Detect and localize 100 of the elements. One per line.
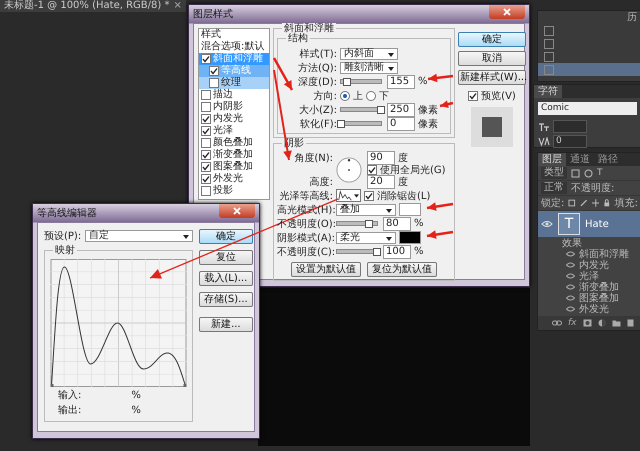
value-field[interactable]: 90 [367,151,395,165]
style-list-item[interactable]: 外发光 [199,173,269,185]
radio-button[interactable] [340,90,350,100]
slider-thumb[interactable] [337,120,345,128]
checkbox[interactable] [209,78,219,88]
style-list-item[interactable]: 图案叠加 [199,161,269,173]
effect-name[interactable]: 斜面和浮雕 [579,246,629,260]
brush-icon[interactable] [580,199,588,207]
effect-name[interactable]: 内发光 [579,258,609,272]
adjustment-filter-icon[interactable] [584,168,593,178]
panel-tab[interactable]: 字符 [534,85,562,98]
value-field[interactable]: 0 [387,116,415,130]
checkbox[interactable] [201,162,211,172]
checkbox[interactable] [201,102,211,112]
slider-thumb[interactable] [343,78,351,86]
checkbox[interactable] [201,186,211,196]
close-button[interactable] [219,204,255,218]
dropdown[interactable]: 叠加 [336,204,396,216]
checkbox[interactable] [364,190,374,200]
dialog-button[interactable]: 确定 [199,229,253,244]
dialog-button[interactable]: 复位 [199,250,253,265]
checkbox[interactable] [209,66,219,76]
slider[interactable] [336,221,378,226]
panel-tab[interactable]: 图层 [538,153,566,166]
checkbox[interactable] [201,174,211,184]
blending-options-item[interactable]: 混合选项:默认 [201,41,264,53]
tracking-field[interactable]: 0 [553,135,587,148]
slider-thumb[interactable] [373,248,381,256]
layer-row[interactable]: T Hate [538,211,640,237]
new-layer-icon[interactable] [626,319,634,327]
value-field[interactable]: 250 [387,102,415,116]
checkbox[interactable] [201,54,211,64]
radio-button[interactable] [366,90,376,100]
checkbox[interactable] [201,90,211,100]
checkbox[interactable] [201,114,211,124]
style-list-item[interactable]: 描边 [199,89,269,101]
dialog-button[interactable]: 存储(S)... [199,292,253,307]
dialog-button[interactable]: 载入(L)... [199,271,253,286]
slider-thumb[interactable] [377,106,385,114]
effect-name[interactable]: 外发光 [579,302,609,316]
style-list-item[interactable]: 内阴影 [199,101,269,113]
contour-graph[interactable] [50,259,187,387]
effects-button[interactable]: fx [568,318,576,328]
default-button[interactable]: 复位为默认值 [367,262,437,277]
style-list-item[interactable]: 颜色叠加 [199,137,269,149]
dropdown[interactable]: 内斜面 [340,48,398,60]
dialog-button[interactable]: 新建样式(W)... [458,70,526,85]
value-field[interactable]: 100 [383,244,411,258]
value-field[interactable]: 155 [387,74,415,88]
style-list-item[interactable]: 光泽 [199,125,269,137]
value-field[interactable]: 80 [383,216,411,230]
slider[interactable] [336,249,378,254]
slider-thumb[interactable] [365,220,373,228]
angle-dial[interactable] [336,157,362,183]
lock-pixels-icon[interactable] [568,199,576,207]
value-field[interactable]: 20 [367,175,395,189]
checkbox[interactable] [201,150,211,160]
type-filter-icon[interactable]: T [597,168,602,178]
panel-tab[interactable]: 通道 [566,153,594,166]
checkbox[interactable] [201,126,211,136]
contour-picker[interactable] [336,189,361,202]
dialog-button[interactable]: 取消 [458,51,526,66]
slider[interactable] [340,79,382,84]
close-button[interactable]: × [173,0,182,12]
slider[interactable] [340,107,382,112]
filter-dropdown[interactable]: 类型 [541,167,567,179]
style-list-item[interactable]: 投影 [199,185,269,197]
document-tab[interactable]: 未标题-1 @ 100% (Hate, RGB/8) * × [0,0,186,12]
style-list-item[interactable]: 内发光 [199,113,269,125]
checkbox[interactable] [367,165,377,175]
move-icon[interactable] [592,199,600,207]
panel-tab[interactable]: 路径 [594,153,622,166]
style-list-item[interactable]: 纹理 [199,77,269,89]
effect-name[interactable]: 渐变叠加 [579,280,619,294]
mask-icon[interactable] [582,319,592,327]
folder-icon[interactable] [612,319,620,327]
lock-icon[interactable] [603,199,611,207]
blend-mode-dropdown[interactable]: 正常 [541,182,567,194]
style-list-header[interactable]: 样式 [201,29,221,41]
style-list-item[interactable]: 渐变叠加 [199,149,269,161]
slider[interactable] [340,121,382,126]
dropdown[interactable]: 柔光 [336,232,396,244]
effect-name[interactable]: 光泽 [579,268,599,282]
default-button[interactable]: 设置为默认值 [291,262,361,277]
font-size-field[interactable] [553,120,587,133]
color-swatch[interactable] [399,231,421,244]
color-swatch[interactable] [399,203,421,216]
close-button[interactable] [489,5,525,19]
checkbox[interactable] [468,91,478,101]
link-icon[interactable] [552,319,562,327]
adjustment-icon[interactable] [598,319,606,327]
dialog-button[interactable]: 确定 [458,32,526,47]
preset-dropdown[interactable]: 自定 [85,230,193,242]
image-filter-icon[interactable] [571,168,580,178]
checkbox[interactable] [201,138,211,148]
font-field[interactable]: Comic [538,102,637,115]
dialog-button[interactable]: 新建... [199,317,253,332]
dropdown[interactable]: 雕刻清晰 [340,62,398,74]
effect-name[interactable]: 图案叠加 [579,290,619,304]
panel-tab[interactable]: 历 [627,11,637,24]
